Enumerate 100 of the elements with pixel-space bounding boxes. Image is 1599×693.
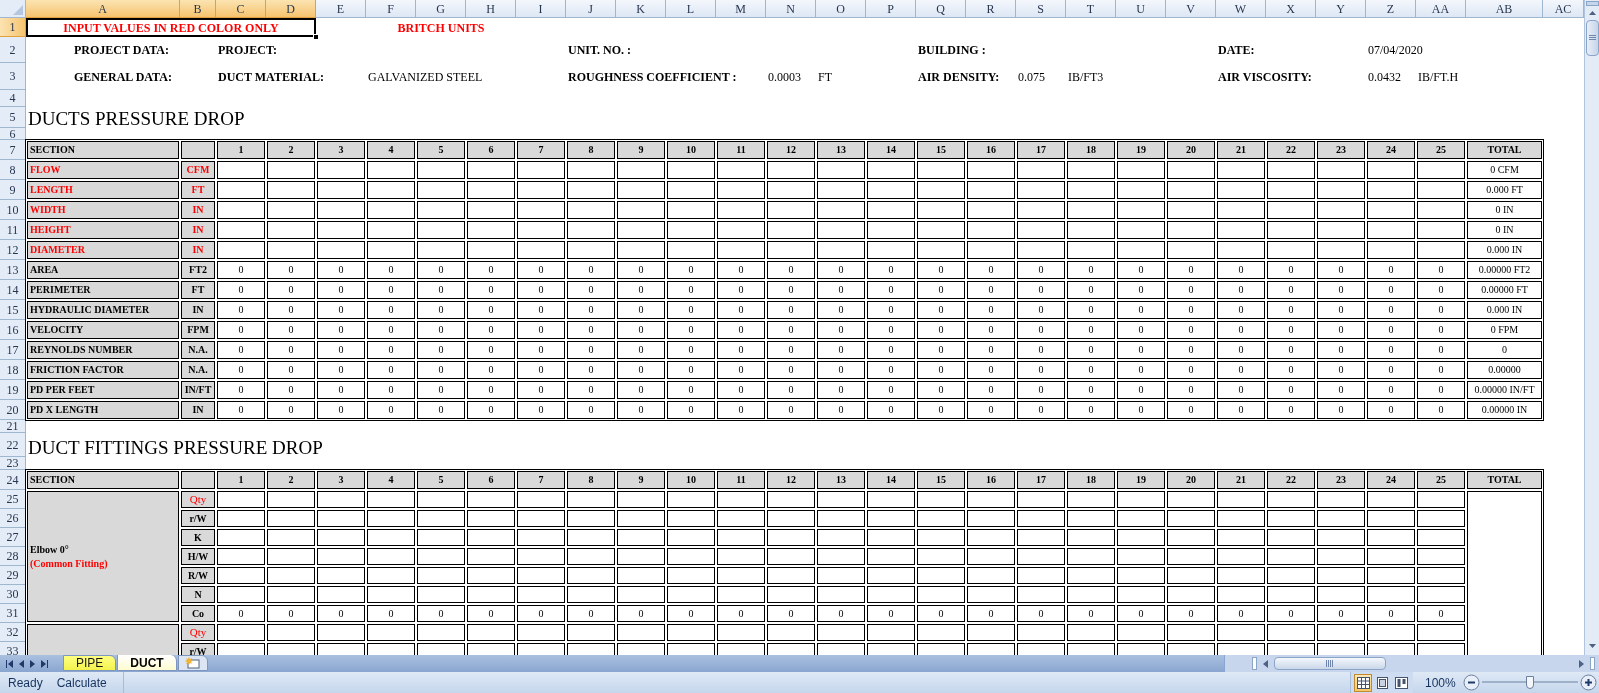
- table-cell[interactable]: [917, 548, 965, 565]
- table-cell[interactable]: [567, 586, 615, 603]
- table-cell[interactable]: [1117, 643, 1165, 655]
- column-header[interactable]: L: [666, 0, 716, 18]
- column-header[interactable]: Y: [1316, 0, 1366, 18]
- row-header[interactable]: 23: [0, 457, 26, 470]
- table-cell[interactable]: [1117, 201, 1165, 219]
- table-cell[interactable]: [867, 221, 915, 239]
- table-cell[interactable]: [817, 624, 865, 641]
- table-cell[interactable]: [867, 201, 915, 219]
- table-cell[interactable]: [817, 241, 865, 259]
- table-cell[interactable]: [667, 491, 715, 508]
- table-cell[interactable]: [717, 181, 765, 199]
- table-cell[interactable]: [517, 548, 565, 565]
- table-cell[interactable]: [1017, 221, 1065, 239]
- table-cell[interactable]: [317, 161, 365, 179]
- table-cell[interactable]: [267, 643, 315, 655]
- table-cell[interactable]: [667, 529, 715, 546]
- column-header[interactable]: AA: [1416, 0, 1466, 18]
- sheet-tab[interactable]: DUCT: [117, 655, 177, 671]
- table-cell[interactable]: [1267, 491, 1315, 508]
- table-cell[interactable]: [1267, 201, 1315, 219]
- table-cell[interactable]: [1267, 548, 1315, 565]
- table-cell[interactable]: [467, 586, 515, 603]
- table-cell[interactable]: [367, 624, 415, 641]
- table-cell[interactable]: [267, 624, 315, 641]
- table-cell[interactable]: [1217, 181, 1265, 199]
- table-cell[interactable]: [667, 181, 715, 199]
- table-cell[interactable]: [967, 491, 1015, 508]
- table-cell[interactable]: [717, 586, 765, 603]
- table-cell[interactable]: [567, 624, 615, 641]
- table-cell[interactable]: [1017, 241, 1065, 259]
- table-cell[interactable]: [867, 586, 915, 603]
- table-cell[interactable]: [967, 241, 1015, 259]
- table-cell[interactable]: [1067, 567, 1115, 584]
- table-cell[interactable]: [1317, 221, 1365, 239]
- table-cell[interactable]: [467, 181, 515, 199]
- table-cell[interactable]: [667, 643, 715, 655]
- column-header[interactable]: G: [416, 0, 466, 18]
- table-cell[interactable]: [267, 529, 315, 546]
- table-cell[interactable]: [267, 161, 315, 179]
- row-header[interactable]: 5: [0, 107, 26, 128]
- table-cell[interactable]: [1067, 241, 1115, 259]
- table-cell[interactable]: [1417, 624, 1465, 641]
- table-cell[interactable]: [567, 201, 615, 219]
- table-cell[interactable]: [417, 624, 465, 641]
- table-cell[interactable]: [1017, 161, 1065, 179]
- table-cell[interactable]: [767, 181, 815, 199]
- row-header[interactable]: 18: [0, 360, 26, 380]
- table-cell[interactable]: [717, 221, 765, 239]
- table-cell[interactable]: [367, 201, 415, 219]
- table-cell[interactable]: [817, 201, 865, 219]
- table-cell[interactable]: [817, 567, 865, 584]
- table-cell[interactable]: [1117, 510, 1165, 527]
- table-cell[interactable]: [317, 548, 365, 565]
- table-cell[interactable]: [1217, 529, 1265, 546]
- table-cell[interactable]: [1367, 567, 1415, 584]
- table-cell[interactable]: [867, 161, 915, 179]
- table-cell[interactable]: [317, 201, 365, 219]
- selected-cell[interactable]: INPUT VALUES IN RED COLOR ONLY: [26, 18, 316, 37]
- table-cell[interactable]: [417, 548, 465, 565]
- column-header[interactable]: V: [1166, 0, 1216, 18]
- table-cell[interactable]: [617, 586, 665, 603]
- table-cell[interactable]: [1167, 643, 1215, 655]
- table-cell[interactable]: [1367, 221, 1415, 239]
- table-cell[interactable]: [867, 241, 915, 259]
- table-cell[interactable]: [467, 624, 515, 641]
- table-cell[interactable]: [1067, 586, 1115, 603]
- row-header[interactable]: 6: [0, 128, 26, 140]
- row-header[interactable]: 16: [0, 320, 26, 340]
- table-cell[interactable]: [367, 491, 415, 508]
- table-cell[interactable]: [1117, 586, 1165, 603]
- table-cell[interactable]: [317, 624, 365, 641]
- row-header[interactable]: 1: [0, 18, 26, 37]
- table-cell[interactable]: [817, 529, 865, 546]
- table-cell[interactable]: [667, 548, 715, 565]
- table-cell[interactable]: [1367, 624, 1415, 641]
- table-cell[interactable]: [1417, 161, 1465, 179]
- column-header[interactable]: E: [316, 0, 366, 18]
- column-header[interactable]: O: [816, 0, 866, 18]
- table-cell[interactable]: [217, 161, 265, 179]
- column-header[interactable]: J: [566, 0, 616, 18]
- table-cell[interactable]: [517, 529, 565, 546]
- table-cell[interactable]: [717, 567, 765, 584]
- table-cell[interactable]: [1167, 491, 1215, 508]
- row-header[interactable]: 2: [0, 37, 26, 63]
- fill-handle[interactable]: [313, 34, 319, 40]
- table-cell[interactable]: [1417, 241, 1465, 259]
- table-cell[interactable]: [1367, 586, 1415, 603]
- table-cell[interactable]: [417, 586, 465, 603]
- column-header[interactable]: W: [1216, 0, 1266, 18]
- table-cell[interactable]: [917, 510, 965, 527]
- table-cell[interactable]: [1317, 241, 1365, 259]
- table-cell[interactable]: [1117, 221, 1165, 239]
- table-cell[interactable]: [817, 491, 865, 508]
- table-cell[interactable]: [767, 161, 815, 179]
- table-cell[interactable]: [717, 491, 765, 508]
- row-header[interactable]: 29: [0, 566, 26, 585]
- column-header[interactable]: B: [180, 0, 216, 18]
- table-cell[interactable]: [217, 221, 265, 239]
